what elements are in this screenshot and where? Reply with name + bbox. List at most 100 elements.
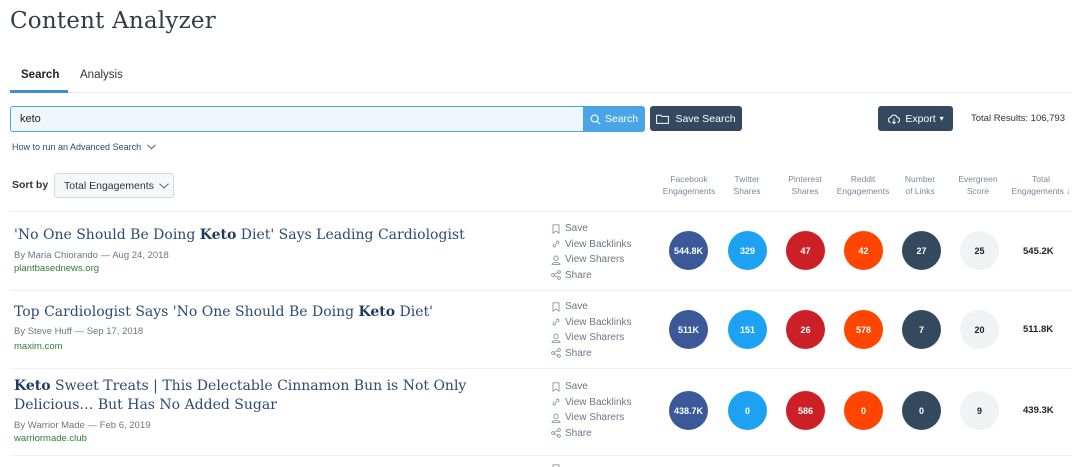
col-header-twitter-line2: Shares [733,186,761,196]
evergreen-score: 20 [960,310,999,349]
total-results: Total Results: 106,793 [971,113,1066,124]
share-label: Share [565,269,592,281]
number-of-links[interactable]: 27 [902,231,941,270]
save-label: Save [565,381,588,393]
user-icon [551,255,561,265]
advanced-search-link[interactable]: How to run an Advanced Search [12,142,156,152]
result-domain[interactable]: maxim.com [14,341,63,352]
col-header-twitter[interactable]: Twitter Shares [722,173,772,197]
share-action[interactable]: Share [551,346,632,362]
title-text: Diet' Says Leading Cardiologist [236,227,465,243]
cloud-download-icon [888,114,901,124]
bookmark-icon [552,382,560,392]
search-input[interactable] [10,106,583,132]
col-header-links[interactable]: Number of Links [895,173,945,197]
col-header-facebook[interactable]: Facebook Engagements [660,173,718,197]
result-domain[interactable]: plantbasednews.org [14,263,99,274]
result-title[interactable]: Top Cardiologist Says 'No One Should Be … [14,303,534,322]
title-text: Sweet Treats | This Delectable Cinnamon … [14,378,467,413]
save-label: Save [565,301,588,313]
save-action[interactable]: Save [551,379,632,395]
result-byline: By Warrior Made — Feb 6, 2019 [14,420,151,431]
col-header-evergreen[interactable]: Evergreen Score [952,173,1004,197]
col-header-reddit[interactable]: Reddit Engagements [832,173,894,197]
view-backlinks-action[interactable]: View Backlinks [551,395,632,411]
save-action[interactable]: Save [551,221,632,237]
backlinks-label: View Backlinks [565,238,632,250]
title-text: Top Cardiologist Says 'No One Should Be … [14,304,359,320]
result-row: Top Cardiologist Says 'No One Should Be … [0,291,1080,369]
row-divider [10,455,1072,456]
share-action[interactable]: Share [551,426,632,442]
pinterest-shares[interactable]: 26 [786,310,825,349]
col-header-facebook-line1: Facebook [670,174,708,184]
tab-analysis[interactable]: Analysis [80,69,123,81]
pinterest-shares[interactable]: 586 [786,391,825,430]
link-icon [552,240,560,248]
link-icon [552,318,560,326]
total-engagements: 511.8K [1023,324,1054,335]
save-action[interactable]: Save [551,299,632,315]
result-domain[interactable]: warriormade.club [14,433,87,444]
share-icon [551,348,561,359]
title-text: Diet' [395,304,434,320]
title-keyword: Keto [14,378,51,394]
col-header-total[interactable]: Total Engagements ↓ [1006,173,1076,197]
result-byline: By Maria Chiorando — Aug 24, 2018 [14,250,169,261]
sort-dropdown[interactable]: Total Engagements [54,173,174,198]
twitter-shares[interactable]: 329 [728,231,767,270]
number-of-links[interactable]: 7 [902,310,941,349]
twitter-shares[interactable]: 0 [728,391,767,430]
facebook-engagements[interactable]: 438.7K [669,391,708,430]
reddit-engagements[interactable]: 42 [844,231,883,270]
col-header-total-line2: Engagements ↓ [1011,186,1071,196]
col-header-twitter-line1: Twitter [734,174,760,184]
view-backlinks-action[interactable]: View Backlinks [551,315,632,331]
export-button[interactable]: Export ▾ [878,106,953,131]
tab-search[interactable]: Search [21,69,59,81]
save-search-button[interactable]: Save Search [650,106,742,131]
view-sharers-action[interactable]: View Sharers [551,330,632,346]
facebook-engagements[interactable]: 511K [669,310,708,349]
reddit-engagements[interactable]: 578 [844,310,883,349]
sort-label: Sort by [12,179,49,191]
col-header-pinterest[interactable]: Pinterest Shares [779,173,831,197]
bookmark-icon [552,224,560,234]
col-header-evergreen-line1: Evergreen [958,174,998,184]
pinterest-shares[interactable]: 47 [786,231,825,270]
view-sharers-action[interactable]: View Sharers [551,252,632,268]
number-of-links[interactable]: 0 [902,391,941,430]
result-title[interactable]: Keto Sweet Treats | This Delectable Cinn… [14,377,534,415]
title-keyword: Keto [358,304,396,320]
view-backlinks-action[interactable]: View Backlinks [551,237,632,253]
evergreen-score: 9 [960,391,999,430]
sharers-label: View Sharers [565,254,625,266]
view-sharers-action[interactable]: View Sharers [551,410,632,426]
col-header-links-line2: of Links [905,186,935,196]
save-action[interactable] [551,461,561,467]
search-button[interactable]: Search [583,106,645,132]
twitter-shares[interactable]: 151 [728,310,767,349]
result-byline: By Steve Huff — Sep 17, 2018 [14,326,144,337]
caret-down-icon: ▾ [939,114,944,123]
share-action[interactable]: Share [551,268,632,284]
share-icon [551,270,561,281]
result-title[interactable]: 'No One Should Be Doing Keto Diet' Says … [14,226,534,245]
col-header-reddit-line1: Reddit [850,174,876,184]
backlinks-label: View Backlinks [565,316,632,328]
sharers-label: View Sharers [565,332,625,344]
total-engagements: 439.3K [1023,405,1054,416]
result-actions: Save View Backlinks View Sharers Share [551,299,632,361]
total-engagements: 545.2K [1023,246,1054,257]
reddit-engagements[interactable]: 0 [844,391,883,430]
facebook-engagements[interactable]: 544.8K [669,231,708,270]
result-actions: Save View Backlinks View Sharers Share [551,379,632,441]
sharers-label: View Sharers [565,412,625,424]
result-row: 'No One Should Be Doing Keto Diet' Says … [0,212,1080,291]
bookmark-icon [552,302,560,312]
link-icon [552,398,560,406]
share-icon [551,428,561,439]
folder-icon [656,114,670,124]
chevron-down-icon [146,144,156,150]
col-header-total-line1: Total [1032,174,1050,184]
